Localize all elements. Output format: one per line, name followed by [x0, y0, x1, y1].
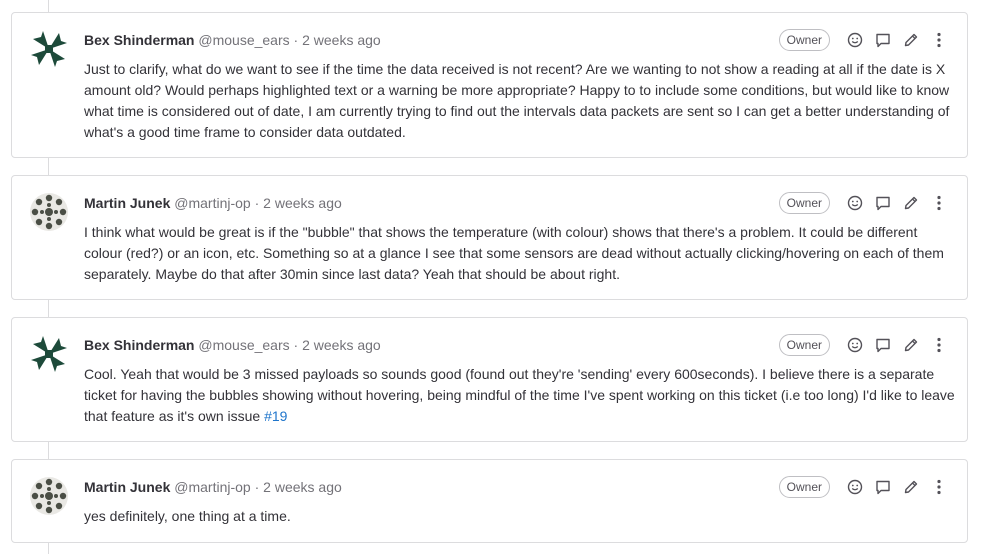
vertical-ellipsis-icon[interactable] [930, 478, 948, 496]
author-name[interactable]: Martin Junek [84, 479, 170, 495]
author-handle[interactable]: @martinj-op [174, 479, 250, 495]
timestamp[interactable]: 2 weeks ago [302, 337, 381, 353]
note-actions: Owner [778, 28, 953, 52]
author-name[interactable]: Bex Shinderman [84, 32, 194, 48]
comment-icon[interactable] [874, 31, 892, 49]
avatar[interactable] [29, 192, 69, 232]
comment-note: Bex Shinderman @mouse_ears · 2 weeks ago… [11, 12, 968, 158]
separator: · [293, 32, 299, 48]
note-body-text: Cool. Yeah that would be 3 missed payloa… [84, 366, 955, 424]
note-body: I think what would be great is if the "b… [84, 224, 944, 282]
pencil-icon[interactable] [902, 336, 920, 354]
comment-icon[interactable] [874, 336, 892, 354]
comment-icon[interactable] [874, 194, 892, 212]
avatar[interactable] [29, 29, 69, 69]
smiley-icon[interactable] [846, 336, 864, 354]
note-actions: Owner [778, 333, 953, 357]
comment-icon[interactable] [874, 478, 892, 496]
comment-note: Martin Junek @martinj-op · 2 weeks ago O… [11, 459, 968, 543]
author-handle[interactable]: @mouse_ears [198, 337, 289, 353]
smiley-icon[interactable] [846, 478, 864, 496]
owner-badge: Owner [778, 192, 830, 214]
pencil-icon[interactable] [902, 478, 920, 496]
avatar[interactable] [29, 334, 69, 374]
owner-badge: Owner [778, 476, 830, 498]
vertical-ellipsis-icon[interactable] [930, 31, 948, 49]
note-header: Martin Junek @martinj-op · 2 weeks ago [84, 194, 342, 212]
note-actions: Owner [778, 475, 953, 499]
timestamp[interactable]: 2 weeks ago [263, 195, 342, 211]
separator: · [254, 479, 260, 495]
note-header: Martin Junek @martinj-op · 2 weeks ago [84, 478, 342, 496]
note-header: Bex Shinderman @mouse_ears · 2 weeks ago [84, 336, 381, 354]
separator: · [293, 337, 299, 353]
note-body: Cool. Yeah that would be 3 missed payloa… [84, 364, 956, 427]
smiley-icon[interactable] [846, 31, 864, 49]
vertical-ellipsis-icon[interactable] [930, 336, 948, 354]
note-header: Bex Shinderman @mouse_ears · 2 weeks ago [84, 31, 381, 49]
author-handle[interactable]: @martinj-op [174, 195, 250, 211]
owner-badge: Owner [778, 29, 830, 51]
pencil-icon[interactable] [902, 194, 920, 212]
timestamp[interactable]: 2 weeks ago [263, 479, 342, 495]
separator: · [254, 195, 260, 211]
author-handle[interactable]: @mouse_ears [198, 32, 289, 48]
note-actions: Owner [778, 191, 953, 215]
note-body: yes definitely, one thing at a time. [84, 508, 291, 524]
vertical-ellipsis-icon[interactable] [930, 194, 948, 212]
timestamp[interactable]: 2 weeks ago [302, 32, 381, 48]
author-name[interactable]: Martin Junek [84, 195, 170, 211]
author-name[interactable]: Bex Shinderman [84, 337, 194, 353]
note-body: Just to clarify, what do we want to see … [84, 61, 950, 140]
owner-badge: Owner [778, 334, 830, 356]
pencil-icon[interactable] [902, 31, 920, 49]
smiley-icon[interactable] [846, 194, 864, 212]
comment-note: Martin Junek @martinj-op · 2 weeks ago O… [11, 175, 968, 300]
comment-note: Bex Shinderman @mouse_ears · 2 weeks ago… [11, 317, 968, 442]
avatar[interactable] [29, 476, 69, 516]
issue-link[interactable]: #19 [264, 408, 287, 424]
